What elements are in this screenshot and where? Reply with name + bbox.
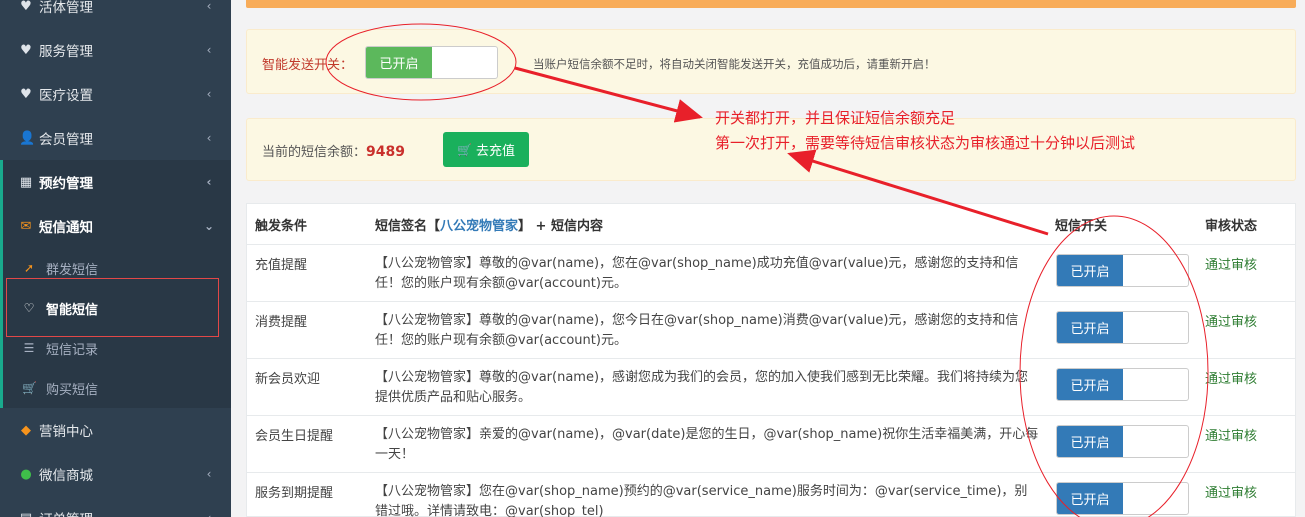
table-row: 服务到期提醒 【八公宠物管家】您在@var(shop_name)预约的@var(… — [247, 472, 1295, 517]
list-icon: ☰ — [23, 341, 35, 355]
switch-on-label: 已开启 — [1057, 369, 1123, 400]
sidebar-item-label: 医疗设置 — [39, 88, 93, 104]
row-content: 【八公宠物管家】您在@var(shop_name)预约的@var(service… — [375, 484, 1028, 517]
annotation-line-1: 开关都打开，并且保证短信余额充足 — [715, 109, 956, 127]
header-trigger: 触发条件 — [255, 218, 308, 234]
chevron-left-icon: ‹ — [206, 43, 212, 57]
annotation-line-2: 第一次打开，需要等待短信审核状态为审核通过十分钟以后测试 — [715, 134, 1136, 152]
switch-on-label: 已开启 — [366, 47, 432, 78]
switch-on-label: 已开启 — [1057, 255, 1123, 286]
heart-icon: ♥ — [20, 42, 32, 58]
header-content: 短信签名【 八公宠物管家】 + 短信内容 — [375, 204, 603, 244]
header-switch: 短信开关 — [1055, 218, 1108, 234]
diamond-icon: ◆ — [21, 422, 31, 438]
row-status: 通过审核 — [1205, 315, 1258, 330]
chevron-left-icon: ‹ — [206, 131, 212, 145]
recharge-button-label: 去充值 — [475, 144, 515, 159]
sidebar-subitem-buy-sms[interactable]: 🛒 购买短信 — [0, 368, 231, 408]
row-sms-switch[interactable]: 已开启 — [1056, 311, 1189, 344]
smart-send-note: 当账户短信余额不足时，将自动关闭智能发送开关，充值成功后，请重新开启！ — [533, 57, 936, 71]
header-sig-suffix: 】 + 短信内容 — [518, 218, 603, 234]
doc-icon: ▤ — [19, 511, 33, 517]
sidebar-item-medical[interactable]: ♥ 医疗设置 ‹ — [0, 72, 231, 116]
smart-send-panel: 智能发送开关： 已开启 当账户短信余额不足时，将自动关闭智能发送开关，充值成功后… — [246, 29, 1296, 94]
switch-on-label: 已开启 — [1057, 483, 1123, 514]
paper-plane-icon: ➚ — [23, 261, 35, 275]
sidebar-item-label: 活体管理 — [39, 0, 93, 16]
cart-icon: 🛒 — [457, 142, 472, 157]
sidebar-item-sms[interactable]: ✉ 短信通知 ⌄ — [0, 204, 231, 248]
sidebar-subitem-label: 短信记录 — [46, 342, 99, 358]
sidebar-item-orders[interactable]: ▤ 订单管理 ‹ — [0, 496, 231, 517]
recharge-button[interactable]: 🛒 去充值 — [443, 132, 529, 167]
sms-table: 触发条件 短信签名【 八公宠物管家】 + 短信内容 短信开关 审核状态 充值提醒 … — [246, 203, 1296, 517]
smart-send-switch[interactable]: 已开启 — [365, 46, 498, 79]
chevron-down-icon: ⌄ — [203, 219, 215, 233]
balance-label-text: 当前的短信余额： — [262, 145, 367, 160]
sidebar-item-label: 微信商城 — [39, 468, 93, 484]
sidebar-item-label: 预约管理 — [39, 176, 93, 192]
chevron-left-icon: ‹ — [206, 467, 212, 481]
chevron-left-icon: ‹ — [206, 87, 212, 101]
row-trigger: 消费提醒 — [255, 315, 308, 330]
chevron-left-icon: ‹ — [206, 0, 212, 13]
calendar-icon: ▦ — [19, 174, 33, 190]
chevron-left-icon: ‹ — [199, 511, 219, 517]
sidebar-item-live-animals[interactable]: ♥ 活体管理 ‹ — [0, 0, 231, 28]
wechat-icon: ● — [20, 466, 32, 482]
header-status: 审核状态 — [1205, 218, 1258, 234]
highlight-box — [6, 278, 219, 337]
sidebar-item-label: 会员管理 — [39, 132, 93, 148]
row-content: 【八公宠物管家】尊敬的@var(name)，感谢您成为我们的会员，您的加入使我们… — [375, 370, 1029, 405]
sidebar-item-marketing[interactable]: ◆ 营销中心 — [0, 408, 231, 452]
sidebar: ♥ 活体管理 ‹ ♥ 服务管理 ‹ ♥ 医疗设置 ‹ 👤 会员管理 ‹ ▦ 预约… — [0, 0, 231, 517]
alert-bar — [246, 0, 1296, 8]
sidebar-subitem-label: 群发短信 — [46, 262, 99, 278]
row-sms-switch[interactable]: 已开启 — [1056, 482, 1189, 515]
row-status: 通过审核 — [1205, 258, 1258, 273]
table-row: 消费提醒 【八公宠物管家】尊敬的@var(name)，您今日在@var(shop… — [247, 301, 1295, 358]
chevron-left-icon: ‹ — [206, 175, 212, 189]
row-sms-switch[interactable]: 已开启 — [1056, 254, 1189, 287]
balance-value: 9489 — [366, 144, 405, 160]
heart-icon: ♥ — [20, 86, 32, 102]
sidebar-item-wechat-mall[interactable]: ● 微信商城 ‹ — [0, 452, 231, 496]
sidebar-item-members[interactable]: 👤 会员管理 ‹ — [0, 116, 231, 160]
table-row: 充值提醒 【八公宠物管家】尊敬的@var(name)，您在@var(shop_n… — [247, 244, 1295, 301]
row-content: 【八公宠物管家】尊敬的@var(name)，您今日在@var(shop_name… — [375, 313, 1019, 348]
cart-icon: 🛒 — [22, 381, 37, 395]
switch-on-label: 已开启 — [1057, 426, 1123, 457]
switch-on-label: 已开启 — [1057, 312, 1123, 343]
table-row: 会员生日提醒 【八公宠物管家】亲爱的@var(name)，@var(date)是… — [247, 415, 1295, 472]
header-sig-brand: 八公宠物管家 — [440, 218, 519, 234]
row-trigger: 充值提醒 — [255, 258, 308, 273]
row-status: 通过审核 — [1205, 372, 1258, 387]
row-sms-switch[interactable]: 已开启 — [1056, 425, 1189, 458]
sidebar-subitem-label: 购买短信 — [46, 382, 99, 398]
sidebar-item-label: 订单管理 — [39, 508, 199, 517]
sidebar-item-services[interactable]: ♥ 服务管理 ‹ — [0, 28, 231, 72]
sidebar-item-label: 服务管理 — [39, 44, 93, 60]
row-status: 通过审核 — [1205, 429, 1258, 444]
table-row: 新会员欢迎 【八公宠物管家】尊敬的@var(name)，感谢您成为我们的会员，您… — [247, 358, 1295, 415]
heart-icon: ♥ — [20, 0, 32, 14]
row-content: 【八公宠物管家】亲爱的@var(name)，@var(date)是您的生日，@v… — [375, 427, 1039, 462]
smart-send-label: 智能发送开关： — [262, 58, 354, 73]
sidebar-item-appointments[interactable]: ▦ 预约管理 ‹ — [0, 160, 231, 204]
sidebar-item-label: 短信通知 — [39, 220, 93, 236]
row-trigger: 会员生日提醒 — [255, 429, 334, 444]
sidebar-item-label: 营销中心 — [39, 424, 93, 440]
row-status: 通过审核 — [1205, 486, 1258, 501]
envelope-icon: ✉ — [20, 218, 32, 234]
row-content: 【八公宠物管家】尊敬的@var(name)，您在@var(shop_name)成… — [375, 256, 1019, 291]
row-trigger: 服务到期提醒 — [255, 486, 334, 501]
row-sms-switch[interactable]: 已开启 — [1056, 368, 1189, 401]
main-content: 智能发送开关： 已开启 当账户短信余额不足时，将自动关闭智能发送开关，充值成功后… — [231, 0, 1305, 517]
header-sig-prefix: 短信签名【 — [375, 218, 441, 234]
user-icon: 👤 — [19, 130, 36, 146]
row-trigger: 新会员欢迎 — [255, 372, 321, 387]
balance-label: 当前的短信余额：9489 — [262, 141, 405, 160]
